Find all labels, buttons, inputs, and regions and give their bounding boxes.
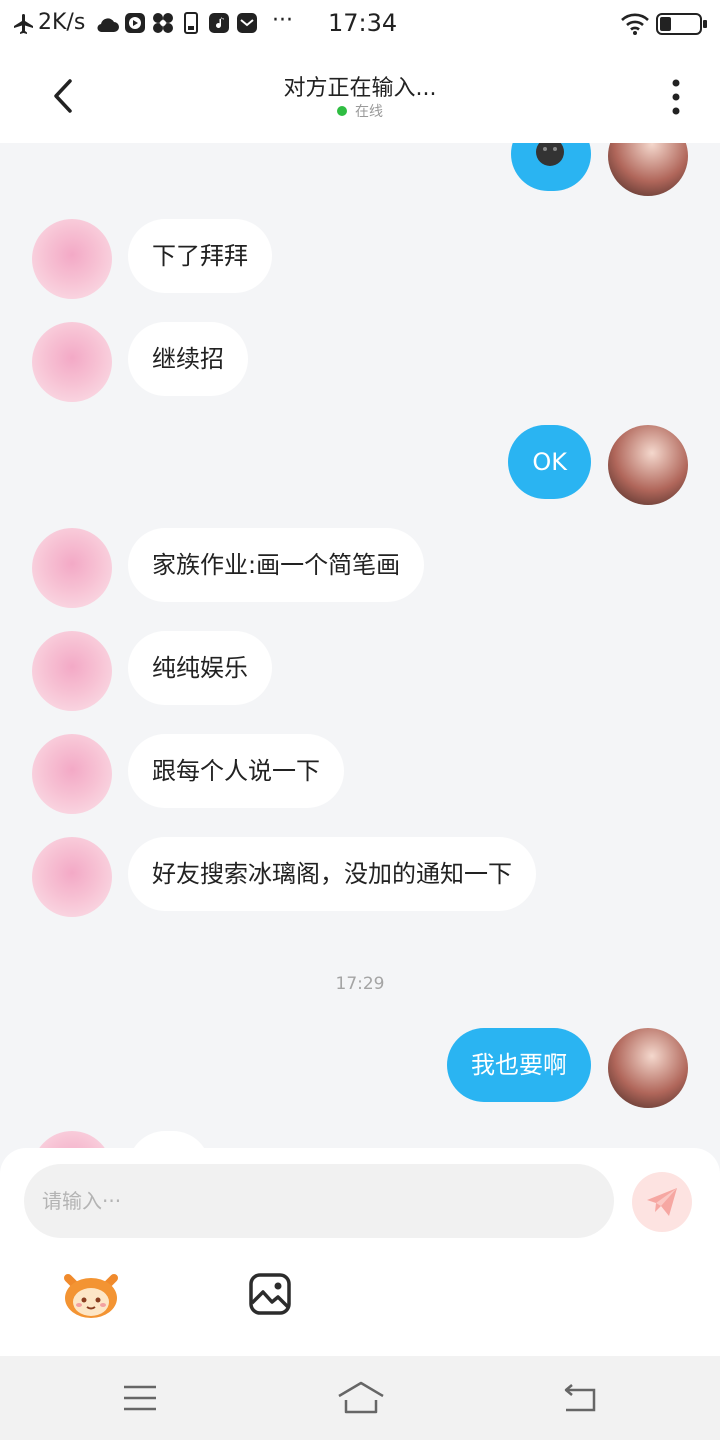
message-bubble[interactable]: 继续招 [128, 322, 248, 396]
chat-title: 对方正在输入... [283, 76, 437, 101]
composer-panel [0, 1148, 720, 1356]
message-bubble[interactable]: 下了拜拜 [128, 219, 272, 293]
my-avatar[interactable] [608, 425, 688, 505]
sticker-mascot-icon[interactable] [60, 1270, 122, 1320]
image-picker-icon[interactable] [248, 1272, 292, 1316]
contact-avatar[interactable] [32, 837, 112, 917]
online-status: 在线 [0, 101, 720, 121]
paper-plane-icon [647, 1188, 677, 1216]
phone-icon [184, 12, 198, 34]
contact-avatar[interactable] [32, 734, 112, 814]
my-avatar[interactable] [608, 1028, 688, 1108]
contact-avatar[interactable] [32, 631, 112, 711]
contact-avatar[interactable] [32, 1131, 112, 1148]
contact-avatar[interactable] [32, 219, 112, 299]
more-options-icon[interactable] [668, 78, 684, 116]
message-timestamp: 17:29 [335, 974, 385, 994]
clock: 17:34 [328, 9, 398, 37]
contact-avatar[interactable] [32, 528, 112, 608]
mail-app-icon [237, 13, 257, 33]
airplane-mode-icon [14, 14, 33, 34]
video-player-icon [125, 13, 145, 33]
online-dot-icon [337, 106, 347, 116]
emoji-face-icon [536, 143, 564, 166]
chat-header: 对方正在输入... 在线 [0, 50, 720, 143]
send-button[interactable] [632, 1172, 692, 1232]
message-bubble-partial[interactable] [128, 1131, 210, 1148]
more-notifications: ··· [272, 8, 293, 33]
cloud-icon [97, 18, 119, 33]
message-bubble[interactable]: OK [508, 425, 591, 499]
back-nav-icon[interactable] [560, 1382, 600, 1414]
message-input[interactable] [24, 1164, 614, 1238]
message-list[interactable]: 下了拜拜 继续招 OK 家族作业:画一个简笔画 纯纯娱乐 跟每个人说一下 好友搜… [0, 143, 720, 1148]
contact-avatar[interactable] [32, 322, 112, 402]
music-app-icon [209, 13, 229, 33]
pinwheel-icon [153, 13, 173, 33]
wifi-icon [621, 13, 649, 35]
message-bubble[interactable]: 好友搜索冰璃阁，没加的通知一下 [128, 837, 536, 911]
network-speed: 2K/s [38, 10, 86, 35]
home-icon[interactable] [336, 1380, 386, 1414]
menu-icon[interactable] [122, 1384, 158, 1412]
status-bar: 2K/s ··· 17:34 [0, 0, 720, 50]
online-status-label: 在线 [355, 104, 383, 120]
system-nav-bar [0, 1356, 720, 1440]
message-bubble[interactable]: 跟每个人说一下 [128, 734, 344, 808]
message-bubble[interactable]: 我也要啊 [447, 1028, 591, 1102]
sticker-message[interactable] [511, 143, 591, 191]
message-bubble[interactable]: 家族作业:画一个简笔画 [128, 528, 425, 602]
my-avatar[interactable] [608, 143, 688, 196]
battery-icon [656, 13, 707, 35]
message-bubble[interactable]: 纯纯娱乐 [128, 631, 272, 705]
